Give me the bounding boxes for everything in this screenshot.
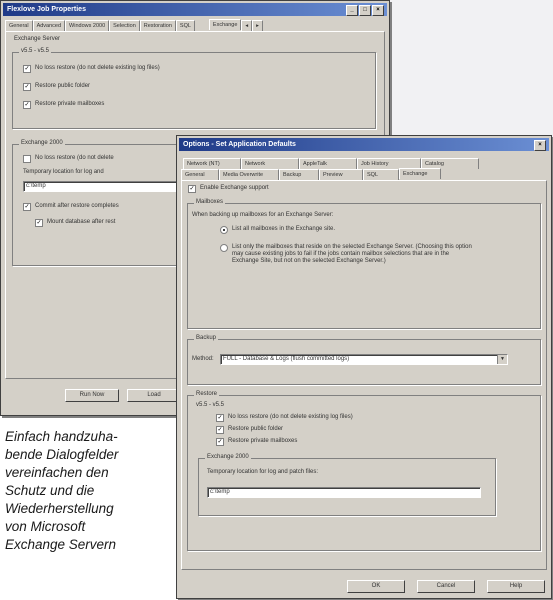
public-folder-label: Restore public folder: [228, 426, 284, 432]
version-label: v5.5 - v5.5: [19, 48, 52, 54]
tab-selection[interactable]: Selection: [109, 20, 140, 31]
tab-appletalk[interactable]: AppleTalk: [299, 158, 357, 169]
tab-sql[interactable]: SQL: [175, 20, 195, 31]
load-button[interactable]: Load: [127, 389, 181, 402]
enable-exchange-checkbox[interactable]: ✓: [188, 185, 196, 193]
public-folder-label: Restore public folder: [35, 83, 91, 89]
exchange-2000-label: Exchange 2000: [205, 454, 251, 460]
tab-scroll-left-icon[interactable]: ◂: [241, 20, 253, 31]
private-mailbox-checkbox[interactable]: ✓: [216, 438, 224, 446]
mailboxes-description: When backing up mailboxes for an Exchang…: [192, 212, 334, 218]
tab-general[interactable]: General: [181, 169, 219, 180]
caption-line: bende Dialogfelder: [5, 447, 119, 462]
caption-line: Schutz und die: [5, 483, 95, 498]
public-folder-checkbox[interactable]: ✓: [216, 426, 224, 434]
tab-preview[interactable]: Preview: [319, 169, 363, 180]
tab-windows-2000[interactable]: Windows 2000: [65, 20, 110, 31]
caption-line: von Microsoft: [5, 519, 86, 534]
commit-checkbox[interactable]: ✓: [23, 203, 31, 211]
mount-label: Mount database after rest: [47, 219, 116, 225]
exchange-2000-label: Exchange 2000: [19, 140, 65, 146]
no-loss-checkbox[interactable]: ✓: [23, 65, 31, 73]
tab-exchange[interactable]: Exchange: [399, 168, 441, 179]
maximize-button[interactable]: □: [359, 5, 371, 16]
chevron-down-icon[interactable]: ▼: [497, 355, 507, 364]
tab-media-overwrite[interactable]: Media Overwrite: [219, 169, 279, 180]
caption-line: vereinfachen den: [5, 465, 109, 480]
ex2000-no-loss-label: No loss restore (do not delete: [35, 155, 114, 161]
exchange-options-panel: ✓ Enable Exchange support Mailboxes When…: [181, 180, 547, 570]
list-selected-label: List only the mailboxes that reside on t…: [232, 244, 472, 264]
tab-restoration[interactable]: Restoration: [139, 20, 176, 31]
tab-advanced[interactable]: Advanced: [32, 20, 66, 31]
exchange-55-group: v5.5 - v5.5 ✓ No loss restore (do not de…: [12, 48, 376, 129]
ex2000-no-loss-checkbox[interactable]: [23, 155, 31, 163]
caption-line: Exchange Servern: [5, 537, 117, 552]
method-select[interactable]: FULL - Database & Logs (flush committed …: [220, 354, 508, 365]
method-label: Method:: [192, 356, 214, 362]
temp-location-input[interactable]: c:\temp: [207, 487, 481, 498]
temp-location-label: Temporary location for log and patch fil…: [207, 469, 319, 475]
tab-general[interactable]: General: [5, 20, 33, 31]
backup-label: Backup: [194, 335, 219, 341]
exchange-2000-group: Exchange 2000 Temporary location for log…: [198, 454, 496, 516]
restore-version-label: v5.5 - v5.5: [196, 402, 225, 408]
enable-exchange-label: Enable Exchange support: [200, 185, 269, 191]
private-mailbox-checkbox[interactable]: ✓: [23, 101, 31, 109]
close-button[interactable]: ×: [372, 5, 384, 16]
caption-line: Wiederherstellung: [5, 501, 114, 516]
caption-line: Einfach handzuha-: [5, 429, 118, 444]
list-all-label: List all mailboxes in the Exchange site.: [232, 226, 336, 232]
mailboxes-group: Mailboxes When backing up mailboxes for …: [187, 199, 541, 329]
mount-checkbox[interactable]: ✓: [35, 219, 43, 227]
window-title: Options - Set Application Defaults: [183, 141, 296, 148]
tab-scroll-right-icon[interactable]: ▸: [252, 20, 263, 31]
ex2000-location-input[interactable]: c:\temp: [23, 181, 177, 192]
commit-label: Commit after restore completes: [35, 203, 119, 209]
help-button[interactable]: Help: [487, 580, 545, 593]
tab-sql[interactable]: SQL: [363, 169, 399, 180]
minimize-button[interactable]: _: [346, 5, 358, 16]
list-selected-radio[interactable]: [220, 244, 228, 252]
exchange-server-label: Exchange Server: [14, 36, 61, 42]
private-mailbox-label: Restore private mailboxes: [228, 438, 298, 444]
no-loss-label: No loss restore (do not delete existing …: [35, 65, 160, 71]
no-loss-checkbox[interactable]: ✓: [216, 414, 224, 422]
window-title: Flexlove Job Properties: [7, 6, 86, 13]
tab-network[interactable]: Network: [241, 158, 299, 169]
close-button[interactable]: ×: [534, 140, 546, 151]
restore-group: Restore v5.5 - v5.5 ✓ No loss restore (d…: [187, 391, 541, 551]
caption-text: Einfach handzuha- bende Dialogfelder ver…: [5, 428, 175, 554]
mailboxes-label: Mailboxes: [194, 199, 226, 205]
run-now-button[interactable]: Run Now: [65, 389, 119, 402]
tab-bar-row2: General Media Overwrite Backup Preview S…: [181, 168, 441, 180]
method-value: FULL - Database & Logs (flush committed …: [223, 356, 350, 362]
tab-exchange[interactable]: Exchange: [208, 19, 242, 30]
restore-label: Restore: [194, 391, 220, 397]
ex2000-location-label: Temporary location for log and: [23, 169, 104, 175]
options-window: Options - Set Application Defaults × Net…: [176, 135, 552, 599]
backup-group: Backup Method: FULL - Database & Logs (f…: [187, 335, 541, 385]
options-titlebar: Options - Set Application Defaults ×: [179, 138, 549, 151]
list-all-radio[interactable]: [220, 226, 228, 234]
cancel-button[interactable]: Cancel: [417, 580, 475, 593]
tab-bar: General Advanced Windows 2000 Selection …: [5, 19, 263, 31]
tab-backup[interactable]: Backup: [279, 169, 319, 180]
tab-network-nt[interactable]: Network (NT): [183, 158, 241, 169]
no-loss-label: No loss restore (do not delete existing …: [228, 414, 353, 420]
job-properties-titlebar: Flexlove Job Properties _ □ ×: [3, 3, 387, 16]
private-mailbox-label: Restore private mailboxes: [35, 101, 105, 107]
public-folder-checkbox[interactable]: ✓: [23, 83, 31, 91]
ok-button[interactable]: OK: [347, 580, 405, 593]
